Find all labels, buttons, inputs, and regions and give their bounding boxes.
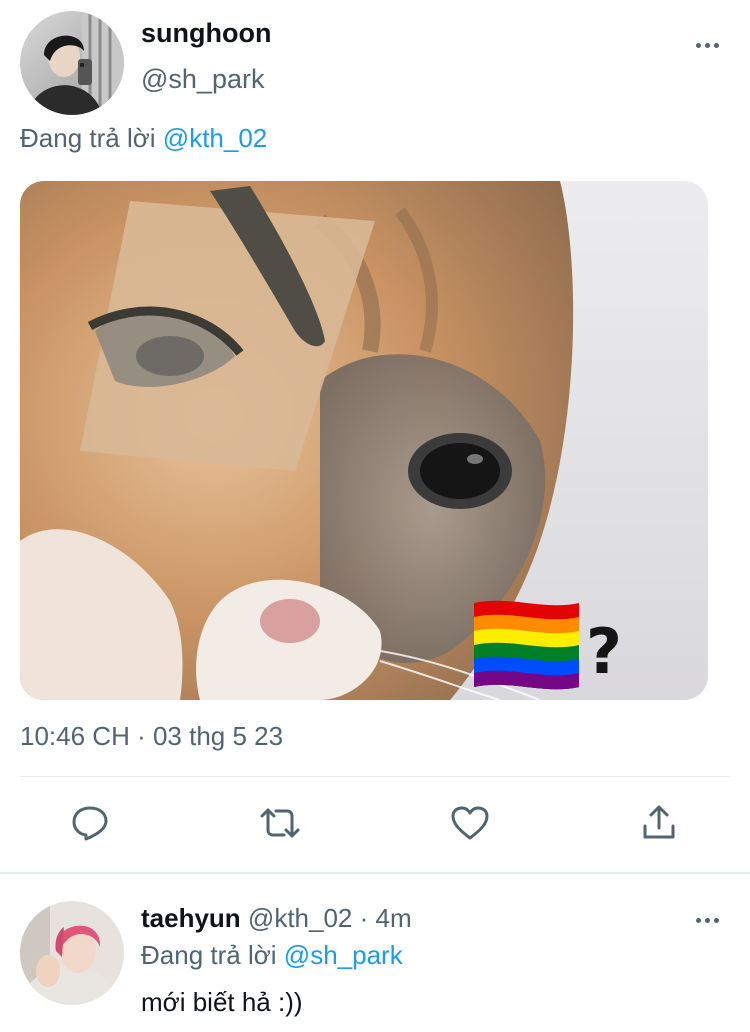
- reply-body-text: mới biết hả :)): [141, 987, 303, 1017]
- more-dot-icon: [714, 42, 719, 48]
- section-divider: [0, 872, 750, 874]
- reply-more-options-button[interactable]: [696, 915, 722, 925]
- divider: [20, 776, 730, 777]
- more-dot-icon: [696, 917, 701, 923]
- retweet-icon: [260, 808, 300, 838]
- reply-header: taehyun @kth_02 · 4m: [141, 903, 412, 934]
- replying-to-mention[interactable]: @kth_02: [163, 123, 267, 153]
- reply-replying-to-label: Đang trả lời: [141, 940, 277, 970]
- share-button[interactable]: [636, 800, 682, 846]
- more-dot-icon: [705, 42, 710, 48]
- author-name[interactable]: sunghoon: [141, 18, 271, 49]
- more-dot-icon: [705, 917, 710, 923]
- reply-replying-to-mention[interactable]: @sh_park: [284, 940, 403, 970]
- tweet-image[interactable]: ?: [20, 181, 708, 700]
- replying-to-line: Đang trả lời @kth_02: [20, 123, 267, 154]
- reply-author-handle[interactable]: @kth_02: [248, 903, 352, 933]
- more-dot-icon: [714, 917, 719, 923]
- reply-icon: [72, 806, 108, 841]
- reply-author-avatar[interactable]: [20, 901, 124, 1005]
- replying-to-label: Đang trả lời: [20, 123, 156, 153]
- reply-button[interactable]: [67, 800, 113, 846]
- reply-author-name[interactable]: taehyun: [141, 903, 241, 933]
- more-dot-icon: [696, 42, 701, 48]
- reply-time[interactable]: 4m: [376, 903, 412, 933]
- author-avatar[interactable]: [20, 11, 124, 115]
- retweet-button[interactable]: [257, 800, 303, 846]
- tweet-timestamp[interactable]: 10:46 CH · 03 thg 5 23: [20, 721, 283, 752]
- heart-icon: [451, 806, 489, 840]
- share-icon: [643, 805, 675, 839]
- meta-separator: ·: [359, 903, 369, 933]
- image-overlay-question: ?: [586, 615, 622, 688]
- author-handle[interactable]: @sh_park: [141, 64, 264, 95]
- like-button[interactable]: [447, 800, 493, 846]
- more-options-button[interactable]: [696, 40, 722, 50]
- reply-replying-to-line: Đang trả lời @sh_park: [141, 940, 403, 971]
